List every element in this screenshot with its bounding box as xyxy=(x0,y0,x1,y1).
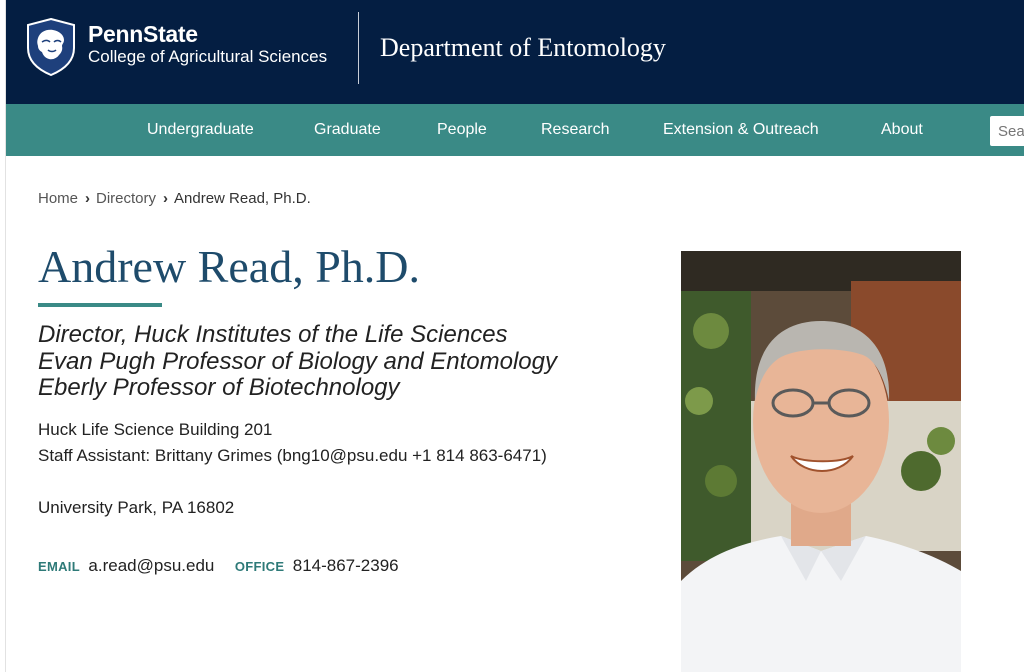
office-label: OFFICE xyxy=(234,559,285,574)
nav-item-graduate[interactable]: Graduate xyxy=(314,121,381,139)
email-label: EMAIL xyxy=(38,559,80,574)
breadcrumb-home[interactable]: Home xyxy=(38,190,78,207)
breadcrumb-directory[interactable]: Directory xyxy=(96,190,156,207)
email-link[interactable]: a.read@psu.edu xyxy=(88,556,214,575)
profile-title-line: Evan Pugh Professor of Biology and Entom… xyxy=(38,347,557,375)
chevron-right-icon: › xyxy=(163,190,169,207)
profile-titles: Director, Huck Institutes of the Life Sc… xyxy=(38,321,557,402)
search-box xyxy=(990,116,1024,146)
nav-item-extension-outreach[interactable]: Extension & Outreach xyxy=(663,121,819,139)
name-underline xyxy=(38,303,162,307)
header-divider xyxy=(358,12,359,84)
brand-name[interactable]: PennState xyxy=(88,21,198,48)
nittany-lion-shield-icon[interactable] xyxy=(26,18,76,76)
department-title[interactable]: Department of Entomology xyxy=(380,33,666,63)
office-building: Huck Life Science Building 201 xyxy=(38,420,273,439)
city-address: University Park, PA 16802 xyxy=(38,498,235,517)
chevron-right-icon: › xyxy=(85,190,91,207)
nav-item-about[interactable]: About xyxy=(881,121,923,139)
profile-photo xyxy=(681,251,961,672)
nav-item-research[interactable]: Research xyxy=(541,121,609,139)
profile-title-line: Eberly Professor of Biotechnology xyxy=(38,374,400,401)
nav-item-people[interactable]: People xyxy=(437,121,487,139)
staff-assistant: Staff Assistant: Brittany Grimes (bng10@… xyxy=(38,446,547,465)
portrait-image xyxy=(681,251,961,672)
site-header: PennState College of Agricultural Scienc… xyxy=(6,0,1024,104)
college-name[interactable]: College of Agricultural Sciences xyxy=(88,47,327,67)
office-phone[interactable]: 814-867-2396 xyxy=(293,556,399,575)
breadcrumb: Home › Directory › Andrew Read, Ph.D. xyxy=(38,190,311,207)
breadcrumb-current: Andrew Read, Ph.D. xyxy=(174,190,311,207)
profile-name: Andrew Read, Ph.D. xyxy=(38,241,420,292)
profile-title-line: Director, Huck Institutes of the Life Sc… xyxy=(38,321,508,348)
search-input[interactable] xyxy=(990,116,1024,146)
contact-row: EMAIL a.read@psu.edu OFFICE 814-867-2396 xyxy=(38,556,399,576)
main-nav: Undergraduate Graduate People Research E… xyxy=(6,104,1024,156)
nav-item-undergraduate[interactable]: Undergraduate xyxy=(147,121,254,139)
